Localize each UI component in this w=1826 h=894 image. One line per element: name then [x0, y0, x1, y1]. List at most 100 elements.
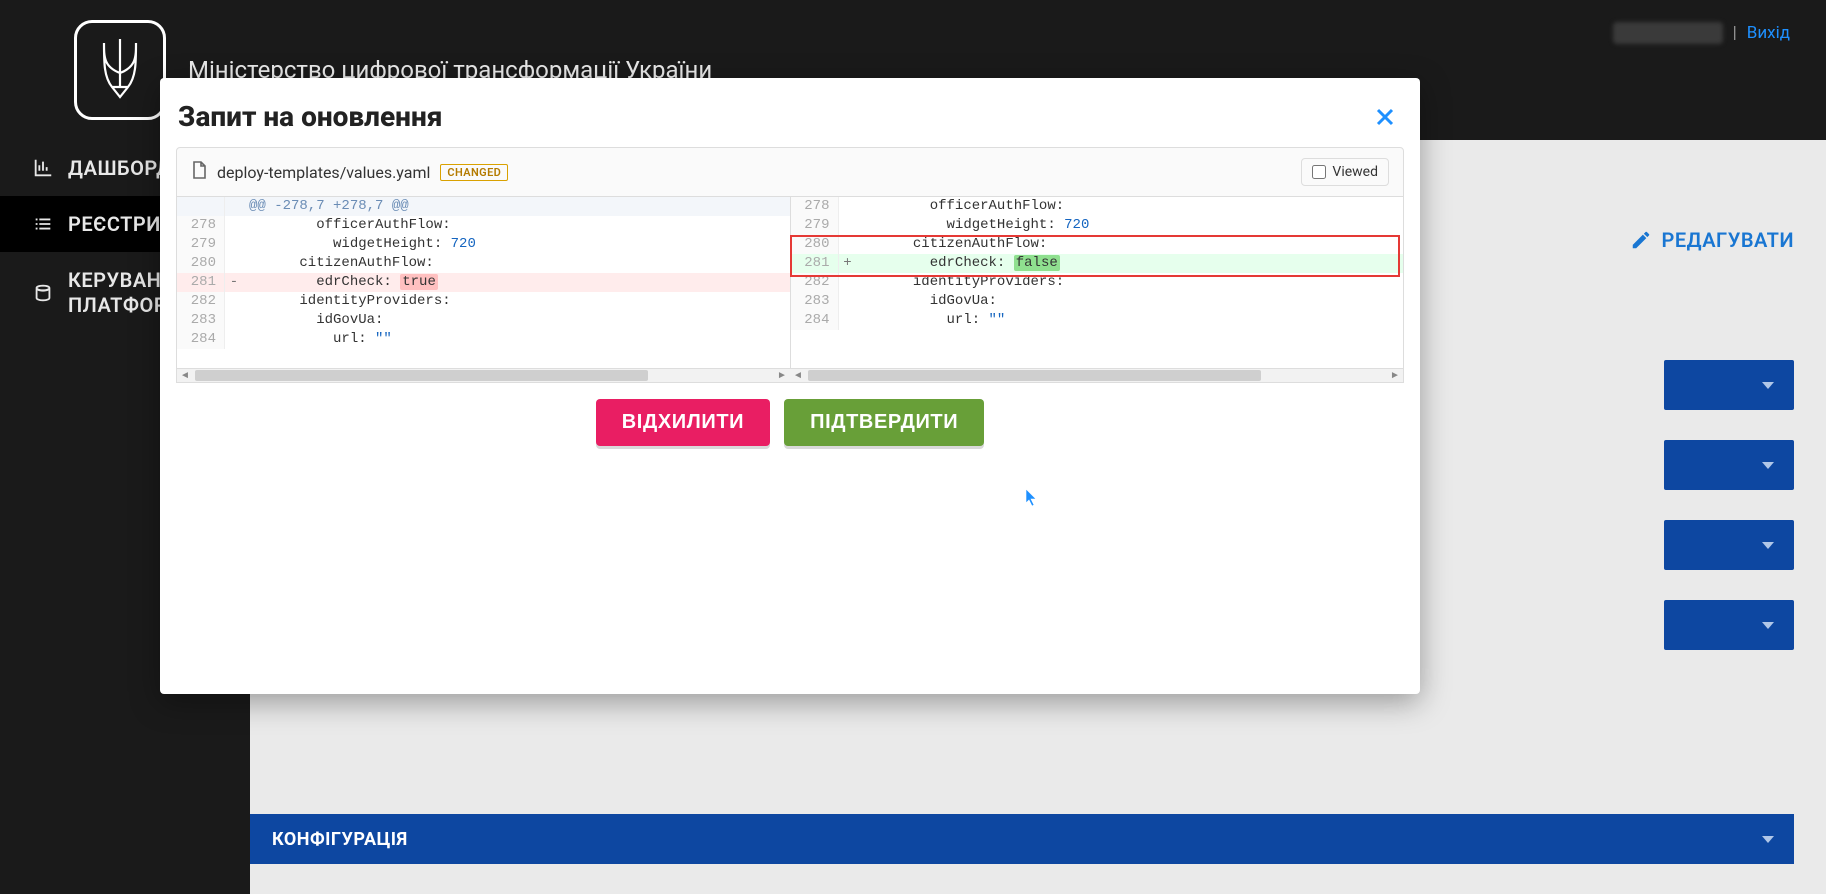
- diff-row: 282 identityProviders:: [791, 273, 1404, 292]
- separator: |: [1733, 23, 1737, 43]
- accordion-item[interactable]: [1664, 520, 1794, 570]
- code-content: idGovUa:: [857, 292, 1404, 311]
- update-request-modal: Запит на оновлення deploy-templates/valu…: [160, 78, 1420, 694]
- diff-row: 281+ edrCheck: false: [791, 254, 1404, 273]
- accordion-item[interactable]: [1664, 600, 1794, 650]
- username-blurred: [1613, 22, 1723, 44]
- reject-button[interactable]: ВІДХИЛИТИ: [596, 399, 770, 446]
- code-content: citizenAuthFlow:: [243, 254, 790, 273]
- changed-badge: CHANGED: [440, 164, 508, 181]
- accordion-item[interactable]: [1664, 440, 1794, 490]
- edit-button[interactable]: РЕДАГУВАТИ: [1630, 228, 1795, 252]
- diff-row: @@ -278,7 +278,7 @@: [177, 197, 790, 216]
- code-content: url: "": [857, 311, 1404, 330]
- line-number: 279: [177, 235, 225, 254]
- diff-sign: [225, 330, 243, 349]
- modal-header: Запит на оновлення: [176, 96, 1404, 147]
- chart-icon: [32, 157, 54, 179]
- diff-sign: -: [225, 273, 243, 292]
- diff-row: 278 officerAuthFlow:: [177, 216, 790, 235]
- line-number: 283: [177, 311, 225, 330]
- logout-link[interactable]: Вихід: [1747, 23, 1790, 43]
- file-icon: [191, 161, 207, 183]
- scrollbar-thumb[interactable]: [195, 370, 648, 381]
- modal-actions: ВІДХИЛИТИ ПІДТВЕРДИТИ: [176, 399, 1404, 446]
- diff-sign: [839, 197, 857, 216]
- line-number: 280: [177, 254, 225, 273]
- scroll-left-arrow[interactable]: ◄: [177, 369, 193, 382]
- line-number: 284: [791, 311, 839, 330]
- code-content: officerAuthFlow:: [857, 197, 1404, 216]
- file-path: deploy-templates/values.yaml: [217, 163, 430, 182]
- scroll-right-arrow[interactable]: ►: [1387, 369, 1403, 382]
- diff-sign: [225, 216, 243, 235]
- diff-sign: [225, 292, 243, 311]
- scrollbar-thumb[interactable]: [808, 370, 1261, 381]
- diff-pane-left: @@ -278,7 +278,7 @@278 officerAuthFlow:2…: [177, 197, 791, 368]
- diff-row: 282 identityProviders:: [177, 292, 790, 311]
- code-content: citizenAuthFlow:: [857, 235, 1404, 254]
- code-content: widgetHeight: 720: [243, 235, 790, 254]
- diff-pane-right: 278 officerAuthFlow:279 widgetHeight: 72…: [791, 197, 1404, 368]
- diff-row: 279 widgetHeight: 720: [177, 235, 790, 254]
- approve-button[interactable]: ПІДТВЕРДИТИ: [784, 399, 984, 446]
- diff-sign: [225, 254, 243, 273]
- code-content: @@ -278,7 +278,7 @@: [243, 197, 790, 216]
- close-icon: [1375, 107, 1395, 127]
- code-content: officerAuthFlow:: [243, 216, 790, 235]
- code-content: edrCheck: true: [243, 273, 790, 292]
- diff-row: 283 idGovUa:: [177, 311, 790, 330]
- line-number: 281: [791, 254, 839, 273]
- app-root: Міністерство цифрової трансформації Укра…: [0, 0, 1826, 894]
- code-content: identityProviders:: [243, 292, 790, 311]
- pencil-icon: [1630, 229, 1652, 251]
- chevron-down-icon: [1762, 836, 1774, 843]
- code-content: url: "": [243, 330, 790, 349]
- diff-sign: [839, 273, 857, 292]
- diff-sign: [839, 292, 857, 311]
- line-number: 281: [177, 273, 225, 292]
- chevron-down-icon: [1762, 542, 1774, 549]
- diff-row: 283 idGovUa:: [791, 292, 1404, 311]
- database-icon: [32, 282, 54, 304]
- scroll-left-arrow[interactable]: ◄: [790, 369, 806, 382]
- modal-title: Запит на оновлення: [178, 100, 442, 133]
- modal-close-button[interactable]: [1372, 104, 1398, 130]
- diff-row: 284 url: "": [791, 311, 1404, 330]
- sidebar-item-label: РЕЄСТРИ: [68, 212, 161, 236]
- diff-sign: [839, 216, 857, 235]
- list-icon: [32, 213, 54, 235]
- line-number: 278: [791, 197, 839, 216]
- line-number: 278: [177, 216, 225, 235]
- diff-file-header: deploy-templates/values.yaml CHANGED Vie…: [176, 147, 1404, 197]
- accordion-item[interactable]: [1664, 360, 1794, 410]
- diff-sign: [225, 311, 243, 330]
- line-number: 284: [177, 330, 225, 349]
- diff-sign: +: [839, 254, 857, 273]
- viewed-toggle[interactable]: Viewed: [1301, 158, 1389, 186]
- diff-viewer: @@ -278,7 +278,7 @@278 officerAuthFlow:2…: [176, 197, 1404, 369]
- chevron-down-icon: [1762, 462, 1774, 469]
- scroll-right-arrow[interactable]: ►: [774, 369, 790, 382]
- diff-row: 280 citizenAuthFlow:: [177, 254, 790, 273]
- line-number: 280: [791, 235, 839, 254]
- line-number: 282: [791, 273, 839, 292]
- code-content: idGovUa:: [243, 311, 790, 330]
- edit-label: РЕДАГУВАТИ: [1662, 228, 1795, 252]
- line-number: 282: [177, 292, 225, 311]
- chevron-down-icon: [1762, 382, 1774, 389]
- scrollbar-track-right[interactable]: [806, 369, 1387, 382]
- viewed-label: Viewed: [1332, 164, 1378, 180]
- scrollbar-track-left[interactable]: [193, 369, 774, 382]
- line-number: 283: [791, 292, 839, 311]
- sidebar-item-label: ДАШБОРД: [68, 156, 172, 180]
- code-content: edrCheck: false: [857, 254, 1404, 273]
- diff-sign: [839, 235, 857, 254]
- viewed-checkbox[interactable]: [1312, 165, 1326, 179]
- config-accordion[interactable]: КОНФІГУРАЦІЯ: [250, 814, 1794, 864]
- cursor-pointer-icon: [1021, 488, 1039, 510]
- diff-sign: [839, 311, 857, 330]
- config-label: КОНФІГУРАЦІЯ: [272, 829, 408, 850]
- trident-icon: [94, 37, 146, 103]
- emblem-logo: [74, 20, 166, 120]
